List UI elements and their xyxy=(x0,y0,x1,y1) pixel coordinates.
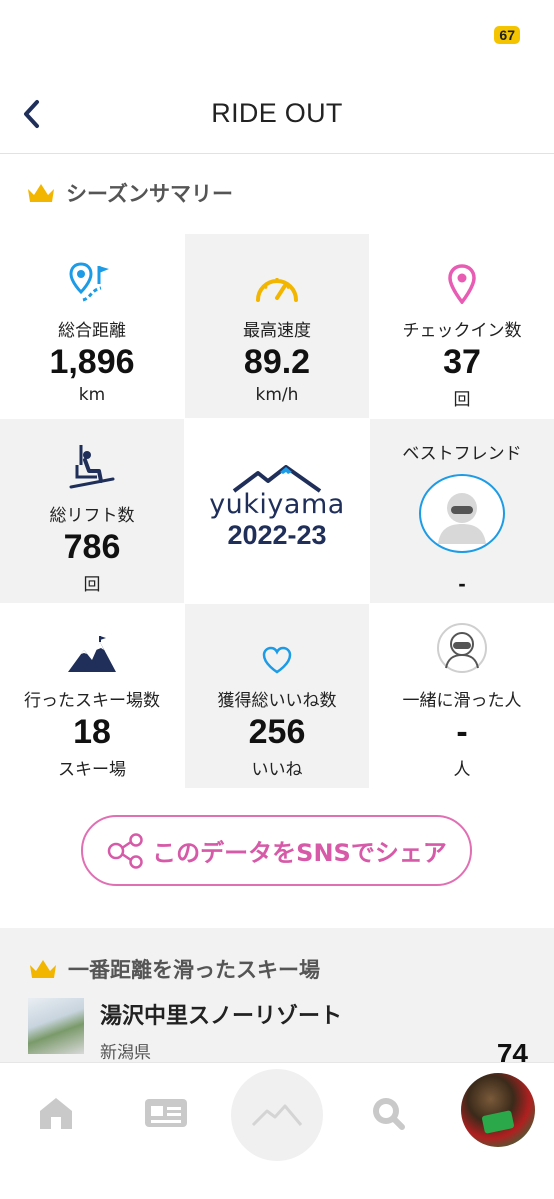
top-resort-section: 一番距離を滑ったスキー場 湯沢中里スノーリゾート 新潟県 74 xyxy=(0,928,554,1069)
stat-label: 行ったスキー場数 xyxy=(24,691,160,711)
resort-name: 湯沢中里スノーリゾート xyxy=(100,1004,343,1029)
heart-icon xyxy=(261,628,293,674)
battery-indicator: 67 xyxy=(494,26,520,44)
stat-total-likes: 獲得総いいね数 256 いいね xyxy=(185,604,369,788)
location-pin-icon xyxy=(447,258,477,304)
stat-value: 786 xyxy=(63,528,121,566)
stat-unit: km/h xyxy=(255,385,299,405)
stat-unit: 回 xyxy=(453,390,471,410)
tab-ride[interactable] xyxy=(231,1069,323,1161)
navigation-bar: RIDE OUT xyxy=(0,76,554,154)
stat-label: ベストフレンド xyxy=(402,444,522,464)
best-friend-avatar[interactable] xyxy=(419,474,505,553)
stat-top-speed: 最高速度 89.2 km/h xyxy=(185,234,369,418)
stat-label: 獲得総いいね数 xyxy=(217,691,337,711)
page-title: RIDE OUT xyxy=(211,98,343,128)
stat-checkins: チェックイン数 37 回 xyxy=(370,234,554,418)
stat-label: 最高速度 xyxy=(243,321,311,341)
section-title: 一番距離を滑ったスキー場 xyxy=(68,958,320,982)
stat-total-lifts: 総リフト数 786 回 xyxy=(0,419,184,603)
stat-unit: km xyxy=(78,385,106,405)
section-title: シーズンサマリー xyxy=(66,182,233,206)
distance-icon xyxy=(69,258,115,304)
season-summary-grid: 総合距離 1,896 km 最高速度 89.2 km/h チェックイン数 37 … xyxy=(0,234,554,788)
stat-resorts-visited: 行ったスキー場数 18 スキー場 xyxy=(0,604,184,788)
ticket-card-icon xyxy=(145,1099,187,1127)
status-bar: 67 xyxy=(0,0,554,70)
home-icon xyxy=(40,1098,72,1129)
stat-unit: 回 xyxy=(83,575,101,595)
stat-label: 一緒に滑った人 xyxy=(402,691,522,711)
mountains-icon xyxy=(66,628,118,674)
stat-total-distance: 総合距離 1,896 km xyxy=(0,234,184,418)
crown-icon xyxy=(30,960,56,978)
top-resort-header: 一番距離を滑ったスキー場 xyxy=(28,954,320,984)
person-avatar-icon xyxy=(436,623,488,674)
crown-icon xyxy=(28,184,54,202)
stat-value: 18 xyxy=(73,713,111,751)
speedometer-icon xyxy=(254,258,300,304)
stat-label: 総合距離 xyxy=(58,321,126,341)
tab-search[interactable] xyxy=(360,1087,416,1139)
yukiyama-logo: yukiyama xyxy=(209,489,345,520)
share-icon xyxy=(107,832,143,869)
stat-rode-together: 一緒に滑った人 - 人 xyxy=(370,604,554,788)
avatar-photo-detail xyxy=(481,1110,515,1134)
stat-label: チェックイン数 xyxy=(402,321,522,341)
tab-home[interactable] xyxy=(28,1087,84,1139)
stat-value: - xyxy=(456,713,468,751)
stat-value: 89.2 xyxy=(243,343,311,381)
resort-thumbnail xyxy=(28,998,84,1054)
share-button-label: このデータをSNSでシェア xyxy=(152,839,447,867)
season-logo-cell: yukiyama 2022-23 xyxy=(185,419,369,603)
stat-unit: いいね xyxy=(251,760,303,780)
skier-avatar-icon xyxy=(438,492,486,544)
tab-ticket[interactable] xyxy=(138,1087,194,1139)
resort-prefecture: 新潟県 xyxy=(100,1043,151,1063)
mountain-icon xyxy=(251,1104,303,1127)
season-summary-header: シーズンサマリー xyxy=(26,178,233,208)
profile-avatar[interactable] xyxy=(461,1073,535,1147)
share-sns-button[interactable]: このデータをSNSでシェア xyxy=(81,815,472,886)
stat-best-friend: ベストフレンド - xyxy=(370,419,554,603)
stat-unit: 人 xyxy=(453,760,471,780)
stat-value: 1,896 xyxy=(49,343,135,381)
stat-value: 37 xyxy=(443,343,481,381)
stat-unit: スキー場 xyxy=(58,760,126,780)
resort-list-item[interactable]: 湯沢中里スノーリゾート 新潟県 74 xyxy=(28,998,528,1069)
stat-label: 総リフト数 xyxy=(49,506,135,526)
chairlift-icon xyxy=(67,443,117,489)
season-label: 2022-23 xyxy=(227,520,327,550)
search-icon xyxy=(373,1098,405,1130)
stat-value: - xyxy=(458,571,466,596)
bottom-tab-bar xyxy=(0,1062,554,1199)
stat-value: 256 xyxy=(248,713,306,751)
